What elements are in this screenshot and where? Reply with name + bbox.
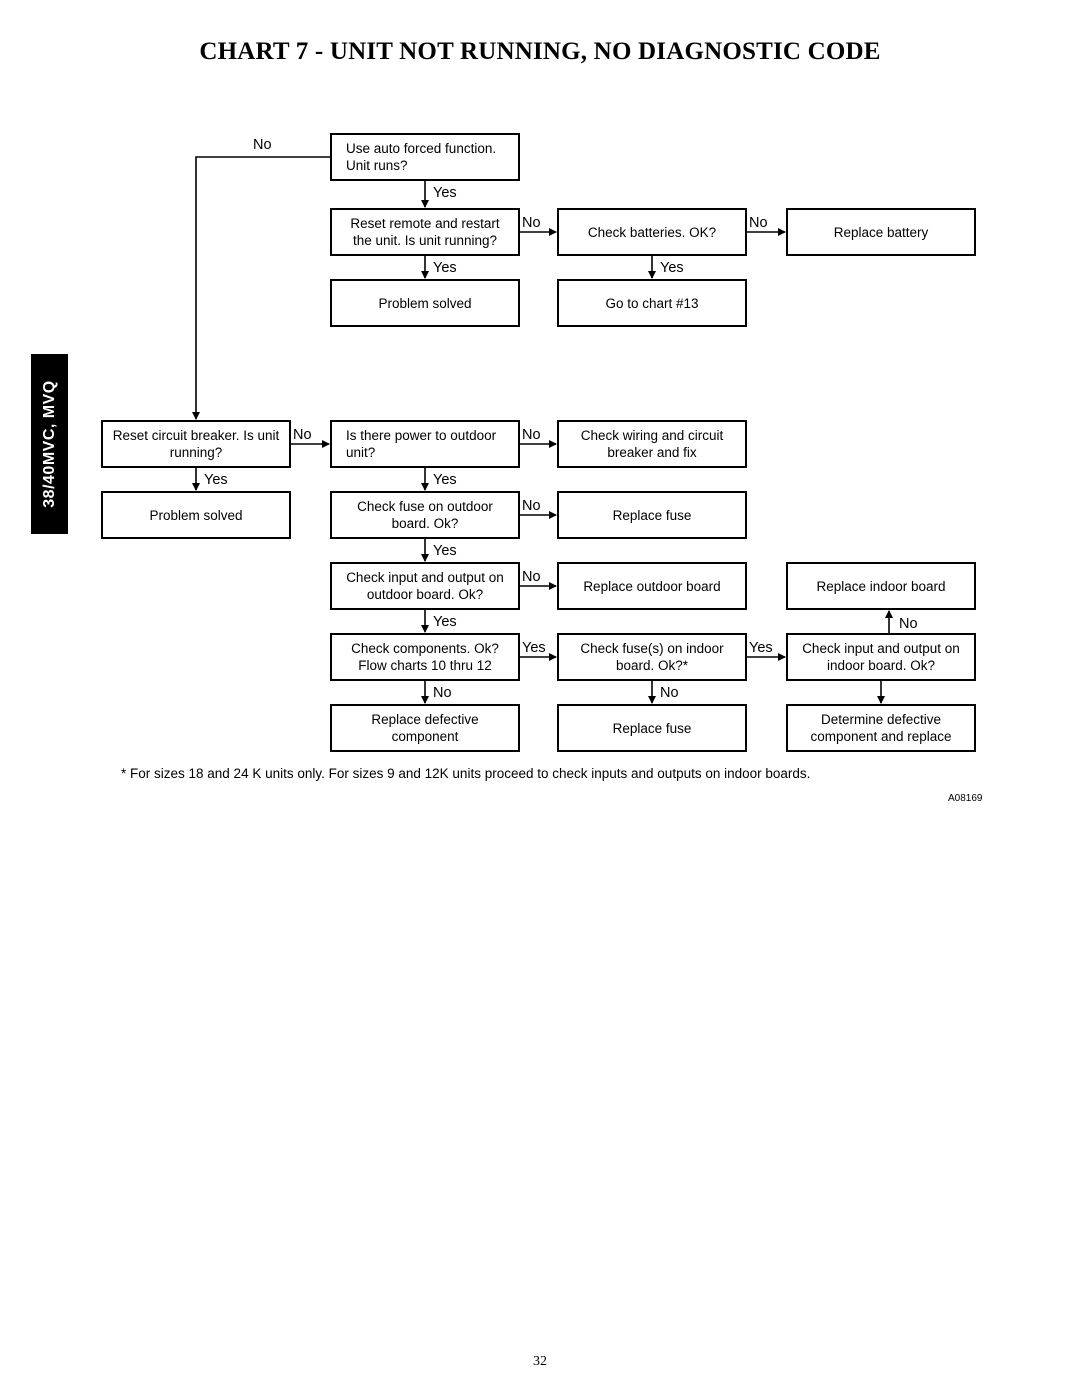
flow-node-auto-forced: Use auto forced function. Unit runs? xyxy=(330,133,520,181)
edge-check-batteries-to-replace-battery-label: No xyxy=(749,215,768,231)
flow-node-check-fuse-indoor: Check fuse(s) on indoor board. Ok?* xyxy=(557,633,747,681)
flow-node-check-io-outdoor: Check input and output on outdoor board.… xyxy=(330,562,520,610)
edge-power-outdoor-to-check-fuse-outdoor-label: Yes xyxy=(433,472,457,488)
page-number: 32 xyxy=(533,1354,547,1369)
flow-node-problem-solved-2: Problem solved xyxy=(101,491,291,539)
flow-node-check-wiring: Check wiring and circuit breaker and fix xyxy=(557,420,747,468)
edge-power-outdoor-to-check-wiring-label: No xyxy=(522,427,541,443)
flow-node-go-chart-13: Go to chart #13 xyxy=(557,279,747,327)
footnote: * For sizes 18 and 24 K units only. For … xyxy=(121,766,811,781)
flow-node-replace-fuse-1: Replace fuse xyxy=(557,491,747,539)
edge-check-components-to-check-fuse-indoor-label: Yes xyxy=(522,640,546,656)
edge-check-batteries-to-go-chart-13-label: Yes xyxy=(660,260,684,276)
flow-node-replace-fuse-2: Replace fuse xyxy=(557,704,747,752)
edge-auto-forced-to-reset-breaker-label: No xyxy=(253,137,272,153)
flow-node-replace-battery: Replace battery xyxy=(786,208,976,256)
flow-node-check-io-indoor: Check input and output on indoor board. … xyxy=(786,633,976,681)
edge-reset-breaker-to-power-outdoor-label: No xyxy=(293,427,312,443)
edge-auto-forced-to-reset-remote-label: Yes xyxy=(433,185,457,201)
edge-check-fuse-indoor-to-check-io-indoor-label: Yes xyxy=(749,640,773,656)
edge-auto-forced-to-reset-breaker xyxy=(192,156,330,420)
edge-check-fuse-outdoor-to-check-io-outdoor-label: Yes xyxy=(433,543,457,559)
flow-node-determine-defective: Determine defective component and replac… xyxy=(786,704,976,752)
flow-node-reset-breaker: Reset circuit breaker. Is unit running? xyxy=(101,420,291,468)
edge-check-components-to-replace-defective-label: No xyxy=(433,685,452,701)
flow-node-replace-defective: Replace defective component xyxy=(330,704,520,752)
edge-check-fuse-outdoor-to-replace-fuse-1-label: No xyxy=(522,498,541,514)
flow-node-power-outdoor: Is there power to outdoor unit? xyxy=(330,420,520,468)
flow-node-reset-remote: Reset remote and restart the unit. Is un… xyxy=(330,208,520,256)
edge-check-fuse-indoor-to-replace-fuse-2-label: No xyxy=(660,685,679,701)
figure-id: A08169 xyxy=(948,793,983,804)
edge-check-io-outdoor-to-replace-outdoor-board-label: No xyxy=(522,569,541,585)
flow-node-replace-indoor-board: Replace indoor board xyxy=(786,562,976,610)
edge-check-io-outdoor-to-check-components-label: Yes xyxy=(433,614,457,630)
edge-check-io-indoor-to-replace-indoor-board-label: No xyxy=(899,616,918,632)
edge-reset-remote-to-check-batteries-label: No xyxy=(522,215,541,231)
edge-reset-remote-to-problem-solved-1-label: Yes xyxy=(433,260,457,276)
edge-reset-breaker-to-problem-solved-2-label: Yes xyxy=(204,472,228,488)
flow-node-problem-solved-1: Problem solved xyxy=(330,279,520,327)
flow-node-check-fuse-outdoor: Check fuse on outdoor board. Ok? xyxy=(330,491,520,539)
flow-node-check-batteries: Check batteries. OK? xyxy=(557,208,747,256)
flow-node-check-components: Check components. Ok? Flow charts 10 thr… xyxy=(330,633,520,681)
flow-node-replace-outdoor-board: Replace outdoor board xyxy=(557,562,747,610)
